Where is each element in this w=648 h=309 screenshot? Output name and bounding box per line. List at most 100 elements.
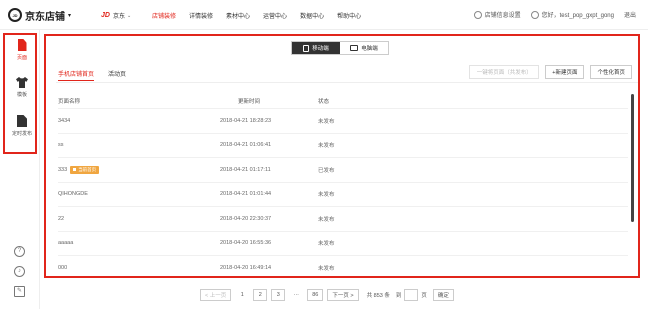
confirm-button[interactable]: 确定 (432, 289, 454, 301)
next-page-button[interactable]: 下一页 > (327, 289, 359, 301)
table-row[interactable]: aaaaa 2018-04-20 16:55:36 未发布 (58, 230, 628, 256)
nav-operation-center[interactable]: 运营中心 (263, 11, 287, 20)
pc-toggle-button[interactable]: 电脑端 (340, 42, 388, 54)
user-icon (530, 10, 539, 19)
scrollbar[interactable] (631, 94, 634, 222)
row-update-time: 2018-04-21 01:01:44 (220, 191, 272, 198)
nav-shop-decoration[interactable]: 店铺装修 (152, 11, 176, 20)
mobile-toggle-button[interactable]: 移动端 (292, 42, 340, 54)
jd-label: 京东 (112, 14, 125, 20)
row-status: 未发布 (318, 241, 335, 248)
pc-label: 电脑端 (361, 46, 378, 52)
row-status: 未发布 (318, 192, 335, 199)
prev-page-button[interactable]: < 上一页 (200, 289, 232, 301)
support-icon[interactable]: ♪ (14, 266, 25, 277)
table-row[interactable]: 22 2018-04-20 22:30:37 未发布 (58, 206, 628, 231)
page-3[interactable]: 3 (271, 289, 286, 301)
caret-down-icon[interactable]: ▾ (68, 12, 71, 19)
column-header-name: 页面名称 (58, 99, 81, 105)
total-count: 共 853 条 (366, 293, 390, 299)
row-page-name: 3434 (58, 118, 220, 124)
row-page-name: QIHONGDE (58, 191, 220, 197)
user-area: 店铺信息设置 您好，test_pop_gxpt_gong 退出 (473, 10, 636, 19)
current-home-badge: 当前首页 (70, 165, 100, 174)
tab-mobile-home[interactable]: 手机店铺首页 (58, 69, 95, 81)
help-icon[interactable]: ? (14, 246, 25, 257)
device-toggle: 移动端 电脑端 (291, 41, 389, 55)
page-name-text: 333 (58, 166, 68, 173)
row-page-name: 22 (58, 216, 220, 222)
logout-link[interactable]: 退出 (624, 10, 636, 19)
nav-detail-decoration[interactable]: 详情装修 (189, 11, 213, 20)
page-tabs: 手机店铺首页 活动页 (58, 69, 140, 81)
page-name-text: QIHONGDE (58, 191, 88, 198)
mobile-label: 移动端 (312, 46, 329, 52)
row-update-time: 2018-04-20 22:30:37 (220, 215, 272, 222)
row-page-name: ss (58, 142, 220, 148)
page-jump-input[interactable] (404, 289, 419, 301)
row-status: 未发布 (318, 143, 335, 150)
page-unit-label: 页 (421, 293, 427, 299)
greeting: 您好，test_pop_gxpt_gong (541, 13, 614, 19)
page-name-text: 000 (58, 264, 68, 271)
row-page-name: aaaaa (58, 240, 220, 246)
chevron-down-icon: ⌄ (126, 12, 132, 19)
page-2[interactable]: 2 (253, 289, 268, 301)
batch-publish-button[interactable]: 一键将页面（共发布） (469, 65, 540, 79)
column-header-status: 状态 (318, 99, 330, 105)
row-page-name: 333 当前首页 (58, 165, 220, 174)
table-row[interactable]: 3434 2018-04-21 18:28:23 未发布 (58, 108, 628, 133)
personalize-home-button[interactable]: 个性化首页 (590, 65, 632, 79)
jd-site-selector[interactable]: JD 京东 ⌄ (101, 11, 131, 20)
sidebar-item-page[interactable]: 页面 (5, 39, 39, 61)
nav-help-center[interactable]: 帮助中心 (337, 11, 361, 20)
pagination: < 上一页 1 2 3 ··· 86 下一页 > 共 853 条 到 页 确定 (200, 289, 458, 301)
jd-shop-logo[interactable]: JD 京东店铺 ▾ (8, 7, 71, 23)
sidebar-item-template[interactable]: 模板 (5, 77, 39, 98)
monitor-icon (350, 45, 359, 51)
sidebar-item-label: 页面 (16, 55, 27, 61)
page-86[interactable]: 86 (307, 289, 324, 301)
table-row[interactable]: 000 2018-04-20 16:49:14 未发布 (58, 255, 628, 280)
goto-label: 到 (395, 293, 402, 299)
page-name-text: ss (58, 142, 64, 149)
sidebar-item-scheduled-publish[interactable]: 定时发布 (5, 115, 39, 137)
jd-mark: JD (101, 12, 110, 19)
row-status: 已发布 (318, 167, 335, 174)
sidebar-highlight-box: 页面 模板 定时发布 (3, 33, 37, 154)
edit-icon[interactable]: ✎ (14, 286, 25, 297)
table-row[interactable]: QIHONGDE 2018-04-21 01:01:44 未发布 (58, 181, 628, 207)
main-panel: 移动端 电脑端 手机店铺首页 活动页 一键将页面（共发布） +新建页面 个性化首… (44, 34, 640, 278)
page-ellipsis: ··· (289, 289, 304, 301)
pages-table: 页面名称 更新时间 状态 3434 2018-04-21 18:28:23 未发布 s… (58, 94, 628, 280)
table-row[interactable]: 333 当前首页 2018-04-21 01:17:11 已发布 (58, 157, 628, 182)
new-page-button[interactable]: +新建页面 (545, 65, 585, 79)
row-update-time: 2018-04-20 16:49:14 (220, 264, 272, 271)
top-bar: JD 京东店铺 ▾ JD 京东 ⌄ 店铺装修 详情装修 素材中心 运营中心 数据… (0, 0, 648, 30)
row-page-name: 000 (58, 265, 220, 271)
column-header-time: 更新时间 (238, 99, 261, 105)
row-update-time: 2018-04-21 01:17:11 (220, 166, 271, 173)
page-1[interactable]: 1 (235, 289, 250, 301)
row-update-time: 2018-04-21 18:28:23 (220, 117, 272, 124)
mobile-icon (303, 44, 310, 52)
nav-data-center[interactable]: 数据中心 (300, 11, 324, 20)
tab-activity-page[interactable]: 活动页 (108, 69, 126, 81)
tab-divider (56, 82, 638, 83)
table-row[interactable]: ss 2018-04-21 01:06:41 未发布 (58, 132, 628, 158)
nav-material-center[interactable]: 素材中心 (226, 11, 250, 20)
page-icon (17, 39, 27, 51)
shirt-icon (16, 77, 28, 88)
logo-text: 京东店铺 (25, 11, 65, 23)
row-update-time: 2018-04-20 16:55:36 (220, 240, 272, 247)
table-header: 页面名称 更新时间 状态 (58, 94, 628, 108)
logo-badge: JD (8, 8, 22, 22)
page-name-text: 22 (58, 215, 65, 222)
shop-settings-link[interactable]: 店铺信息设置 (485, 10, 521, 19)
timer-icon (17, 115, 27, 127)
action-buttons: 一键将页面（共发布） +新建页面 个性化首页 (463, 65, 632, 79)
settings-icon (473, 10, 482, 19)
row-update-time: 2018-04-21 01:06:41 (220, 142, 272, 149)
left-sidebar: 页面 模板 定时发布 ? ♪ ✎ (0, 30, 40, 309)
sidebar-item-label: 模板 (16, 92, 27, 98)
